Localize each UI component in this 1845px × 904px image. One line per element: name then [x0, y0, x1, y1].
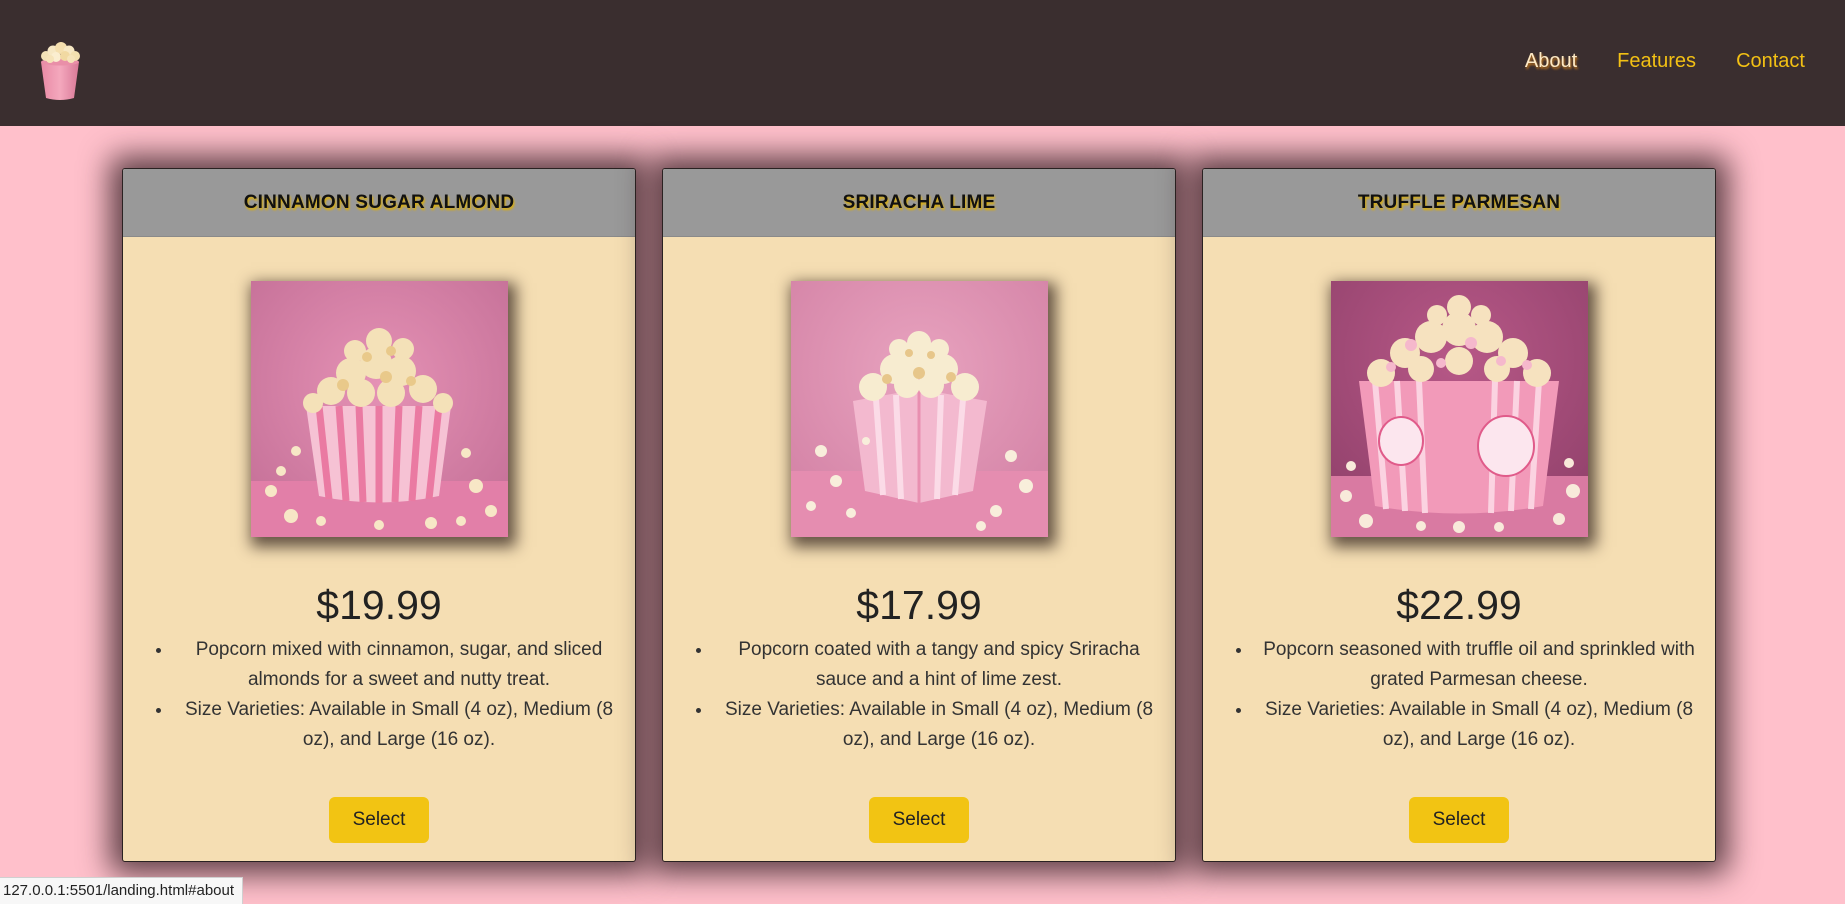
feature-list: Popcorn coated with a tangy and spicy Sr…: [673, 635, 1165, 755]
product-price: $22.99: [1396, 582, 1522, 628]
nav-link-contact[interactable]: Contact: [1736, 50, 1805, 73]
card-header: CINNAMON SUGAR ALMOND: [123, 169, 635, 237]
product-card: TRUFFLE PARMESAN $22.99 • Popcorn season…: [1202, 168, 1716, 862]
status-bar-url: 127.0.0.1:5501/landing.html#about: [0, 877, 244, 904]
card-title: CINNAMON SUGAR ALMOND: [243, 191, 515, 213]
select-button[interactable]: Select: [869, 797, 969, 843]
popcorn-striped-cup-image: [250, 281, 508, 537]
feature-list: Popcorn seasoned with truffle oil and sp…: [1213, 635, 1705, 755]
feature-item: Size Varieties: Available in Small (4 oz…: [173, 695, 625, 755]
feature-list: Popcorn mixed with cinnamon, sugar, and …: [133, 635, 625, 755]
product-card: SRIRACHA LIME $17.99 • Popcorn coated wi…: [662, 168, 1176, 862]
popcorn-bucket-icon[interactable]: [36, 40, 84, 102]
navbar: About Features Contact: [0, 0, 1845, 126]
popcorn-branded-box-image: [1330, 281, 1588, 537]
product-card: CINNAMON SUGAR ALMOND $19.99 • Popcorn m…: [122, 168, 636, 862]
select-button[interactable]: Select: [329, 797, 429, 843]
nav-link-features[interactable]: Features: [1617, 50, 1696, 73]
feature-item: Popcorn coated with a tangy and spicy Sr…: [713, 635, 1165, 695]
feature-item: Popcorn seasoned with truffle oil and sp…: [1253, 635, 1705, 695]
card-title: SRIRACHA LIME: [842, 191, 996, 213]
nav-links: About Features Contact: [1525, 50, 1805, 73]
product-price: $19.99: [316, 582, 442, 628]
product-cards: CINNAMON SUGAR ALMOND $19.99 • Popcorn m…: [122, 168, 1716, 862]
feature-item: Size Varieties: Available in Small (4 oz…: [1253, 695, 1705, 755]
feature-item: Size Varieties: Available in Small (4 oz…: [713, 695, 1165, 755]
popcorn-paper-box-image: [790, 281, 1048, 537]
select-button[interactable]: Select: [1409, 797, 1509, 843]
feature-item: Popcorn mixed with cinnamon, sugar, and …: [173, 635, 625, 695]
product-price: $17.99: [856, 582, 982, 628]
nav-link-about[interactable]: About: [1525, 50, 1577, 73]
card-header: SRIRACHA LIME: [663, 169, 1175, 237]
card-header: TRUFFLE PARMESAN: [1203, 169, 1715, 237]
card-title: TRUFFLE PARMESAN: [1357, 191, 1561, 213]
